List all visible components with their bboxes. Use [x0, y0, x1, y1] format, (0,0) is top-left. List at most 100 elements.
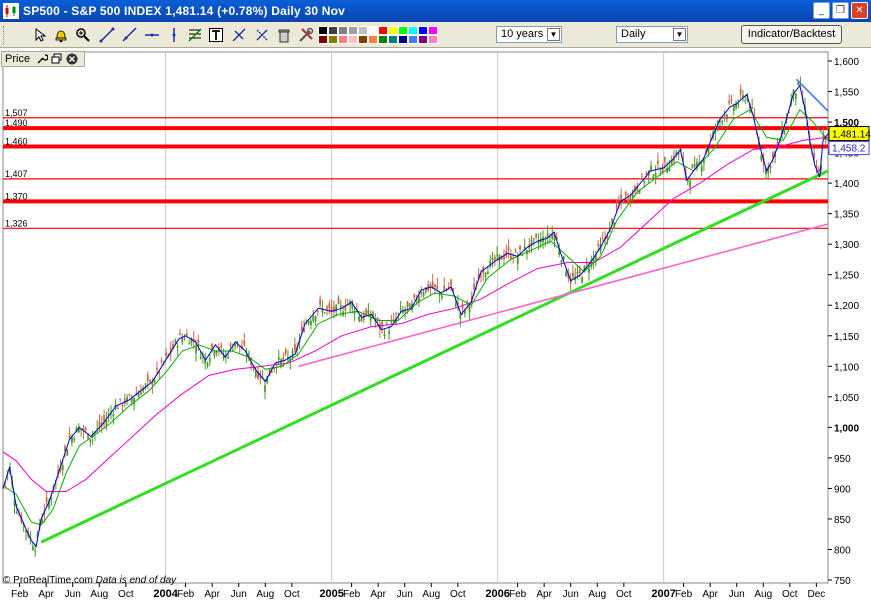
candle-body — [160, 360, 163, 362]
candle-body — [185, 333, 188, 336]
candle-body — [436, 285, 439, 289]
candle-body — [206, 362, 209, 366]
trendline-icon[interactable] — [98, 26, 116, 44]
palette-swatch[interactable] — [408, 26, 418, 35]
x-month-label: Feb — [11, 589, 29, 600]
wrench-icon[interactable] — [35, 52, 49, 66]
alarm-bell-icon[interactable] — [52, 26, 70, 44]
candle-body — [597, 244, 600, 246]
palette-swatch[interactable] — [368, 35, 378, 44]
chevron-down-icon[interactable]: ▼ — [547, 28, 560, 41]
candle-body — [312, 315, 315, 322]
candle-body — [468, 305, 471, 313]
palette-swatch[interactable] — [368, 26, 378, 35]
candle-body — [73, 438, 76, 441]
palette-swatch[interactable] — [318, 35, 328, 44]
candle-body — [195, 346, 197, 354]
palette-swatch[interactable] — [388, 26, 398, 35]
color-palette[interactable] — [318, 26, 438, 44]
candle-body — [360, 318, 363, 322]
chevron-down-icon[interactable]: ▼ — [673, 28, 686, 41]
window-restore-icon[interactable] — [50, 52, 64, 66]
palette-swatch[interactable] — [428, 35, 438, 44]
candle-body — [776, 142, 779, 144]
palette-swatch[interactable] — [378, 26, 388, 35]
candle-body — [243, 340, 246, 345]
candle-body — [280, 359, 282, 366]
palette-swatch[interactable] — [338, 26, 348, 35]
fibonacci-icon[interactable] — [186, 26, 204, 44]
cursor-icon[interactable] — [31, 26, 49, 44]
x-month-label: Apr — [370, 589, 386, 600]
palette-swatch[interactable] — [398, 26, 408, 35]
cross-arrows-icon[interactable] — [253, 26, 271, 44]
palette-swatch[interactable] — [318, 26, 328, 35]
candle-body — [581, 277, 584, 283]
candle-body — [321, 307, 324, 313]
candle-body — [128, 394, 131, 396]
palette-swatch[interactable] — [358, 35, 368, 44]
arrows-icon[interactable] — [230, 26, 248, 44]
palette-swatch[interactable] — [378, 35, 388, 44]
candle-body — [473, 283, 476, 290]
x-month-label: Aug — [754, 589, 772, 600]
palette-swatch[interactable] — [398, 35, 408, 44]
candle-body — [588, 268, 590, 273]
palette-swatch[interactable] — [348, 26, 358, 35]
vertical-line-icon[interactable] — [165, 26, 183, 44]
y-tick-label: 1,100 — [834, 362, 859, 373]
candle-body — [408, 303, 411, 308]
candle-body — [323, 312, 326, 314]
horizontal-line-icon[interactable] — [143, 26, 161, 44]
minimize-button[interactable]: _ — [813, 2, 830, 19]
data-note: Data is end of day — [95, 575, 177, 586]
period-select[interactable]: 10 years ▼ — [496, 26, 562, 43]
ray-icon[interactable] — [120, 26, 138, 44]
palette-swatch[interactable] — [328, 35, 338, 44]
trash-icon[interactable] — [275, 26, 293, 44]
x-year-label: 2007 — [651, 588, 675, 600]
toolbar-grip[interactable] — [3, 26, 6, 44]
footer-note: © ProRealTime.com Data is end of day — [3, 575, 176, 586]
candle-body — [452, 288, 455, 290]
y-tick-label: 1,300 — [834, 240, 859, 251]
close-panel-icon[interactable] — [65, 52, 79, 66]
interval-select[interactable]: Daily ▼ — [616, 26, 688, 43]
restore-button[interactable]: ❐ — [832, 2, 849, 19]
palette-swatch[interactable] — [408, 35, 418, 44]
candle-body — [149, 380, 151, 382]
window-title: SP500 - S&P 500 INDEX 1,481.14 (+0.78%) … — [23, 4, 346, 18]
tools-icon[interactable] — [297, 26, 315, 44]
palette-swatch[interactable] — [428, 26, 438, 35]
candle-body — [31, 546, 34, 551]
horizontal-level-label: 1,326 — [5, 218, 28, 228]
zoom-icon[interactable] — [74, 26, 92, 44]
palette-swatch[interactable] — [418, 26, 428, 35]
price-chart[interactable]: 750 800 850 900 950 1,000 1,050 1,100 1,150 1,200… — [0, 48, 871, 606]
palette-swatch[interactable] — [338, 35, 348, 44]
indicator-backtest-button[interactable]: Indicator/Backtest — [741, 25, 842, 44]
candle-body — [454, 303, 457, 307]
palette-swatch[interactable] — [418, 35, 428, 44]
y-tick-label: 1,000 — [834, 423, 859, 434]
candle-body — [622, 201, 625, 204]
candle-body — [61, 465, 64, 470]
y-tick-label: 1,600 — [834, 57, 859, 68]
horizontal-level-label: 1,407 — [5, 169, 28, 179]
palette-swatch[interactable] — [388, 35, 398, 44]
candle-body — [663, 156, 666, 162]
candle-body — [611, 218, 613, 222]
palette-swatch[interactable] — [328, 26, 338, 35]
palette-swatch[interactable] — [358, 26, 368, 35]
candle-body — [406, 301, 409, 307]
candle-body — [151, 382, 154, 386]
close-button[interactable]: ✕ — [851, 2, 868, 19]
candle-body — [15, 512, 18, 514]
text-icon[interactable] — [207, 26, 225, 44]
candle-body — [144, 384, 147, 386]
candle-body — [227, 357, 230, 359]
y-tick-label: 750 — [834, 576, 851, 587]
x-month-label: Feb — [177, 589, 195, 600]
candle-body — [691, 164, 694, 169]
palette-swatch[interactable] — [348, 35, 358, 44]
